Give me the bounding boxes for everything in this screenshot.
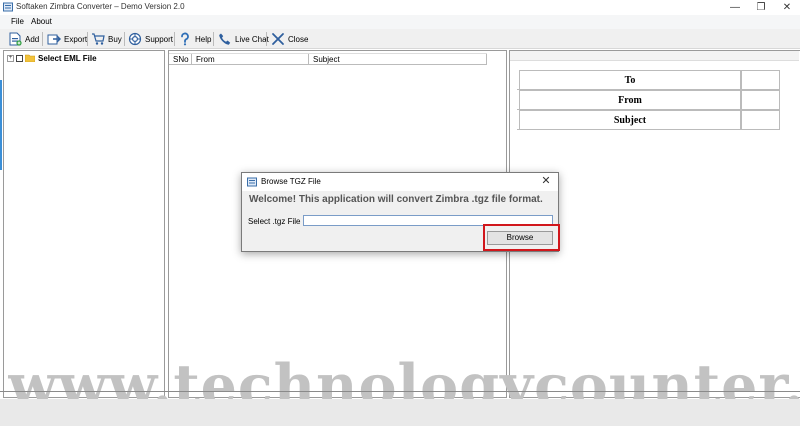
- tree-checkbox[interactable]: [16, 54, 23, 62]
- header-label-from: From: [519, 90, 741, 110]
- header-row-to: To: [517, 70, 780, 90]
- header-row-subject: Subject: [517, 110, 780, 130]
- menu-file[interactable]: File: [11, 17, 24, 26]
- support-icon: [128, 32, 142, 46]
- phone-icon: [219, 33, 231, 45]
- close-label: Close: [288, 34, 309, 44]
- folder-icon: [25, 54, 35, 62]
- column-header-sno[interactable]: SNo: [169, 54, 192, 65]
- header-value-from: [741, 90, 780, 110]
- browse-button[interactable]: Browse: [487, 231, 553, 245]
- toolbar-separator: [213, 32, 214, 46]
- tree-expand-toggle[interactable]: +: [7, 54, 14, 62]
- dialog-app-icon: [247, 177, 257, 187]
- toolbar-separator: [266, 32, 267, 46]
- preview-header-strip: [510, 51, 799, 61]
- close-window-button[interactable]: ✕: [770, 0, 800, 15]
- app-window: Softaken Zimbra Converter – Demo Version…: [0, 0, 800, 426]
- help-button[interactable]: Help: [178, 31, 211, 47]
- tree-root-label: Select EML File: [38, 53, 97, 63]
- close-x-icon: [272, 33, 284, 45]
- export-label: Export: [64, 34, 88, 44]
- header-label-subject: Subject: [519, 110, 741, 130]
- header-value-subject: [741, 110, 780, 130]
- support-button[interactable]: Support: [128, 31, 173, 47]
- add-label: Add: [25, 34, 40, 44]
- toolbar-separator: [42, 32, 43, 46]
- app-icon: [3, 2, 13, 12]
- status-strip: [0, 399, 800, 426]
- header-row-from: From: [517, 90, 780, 110]
- window-edge-accent: [0, 80, 2, 170]
- live-chat-button[interactable]: Live Chat: [218, 31, 269, 47]
- toolbar-separator: [174, 32, 175, 46]
- buy-button[interactable]: Buy: [91, 31, 122, 47]
- column-header-from[interactable]: From: [192, 54, 309, 65]
- help-label: Help: [195, 34, 212, 44]
- message-grid-header: SNo From Subject: [169, 53, 487, 65]
- header-fields-table: To From Subject: [517, 70, 780, 130]
- live-chat-label: Live Chat: [235, 34, 269, 44]
- watermark-underline: [0, 391, 800, 392]
- tree-root-item[interactable]: + Select EML File: [7, 53, 97, 63]
- dialog-title: Browse TGZ File: [261, 177, 321, 186]
- support-label: Support: [145, 34, 174, 44]
- menu-bar: File About: [0, 15, 800, 29]
- window-title: Softaken Zimbra Converter – Demo Version…: [16, 2, 185, 11]
- toolbar-separator: [124, 32, 125, 46]
- toolbar: Add Export Buy Support Help Live Chat Cl…: [0, 29, 800, 49]
- tgz-file-label: Select .tgz File: [248, 217, 301, 226]
- column-header-subject[interactable]: Subject: [309, 54, 487, 65]
- title-bar: Softaken Zimbra Converter – Demo Version…: [0, 0, 800, 15]
- dialog-title-bar: Browse TGZ File ✕: [242, 173, 558, 191]
- cart-icon: [92, 33, 105, 45]
- header-label-to: To: [519, 70, 741, 90]
- dialog-welcome-message: Welcome! This application will convert Z…: [249, 194, 543, 205]
- export-button[interactable]: Export: [47, 31, 87, 47]
- browse-tgz-dialog: Browse TGZ File ✕ Welcome! This applicat…: [241, 172, 560, 252]
- add-button[interactable]: Add: [8, 31, 39, 47]
- menu-about[interactable]: About: [31, 17, 52, 26]
- buy-label: Buy: [108, 34, 122, 44]
- toolbar-separator: [87, 32, 88, 46]
- export-icon: [47, 34, 61, 45]
- folder-tree-panel: + Select EML File: [3, 50, 165, 398]
- dialog-close-button[interactable]: ✕: [540, 175, 552, 188]
- question-icon: [181, 32, 189, 46]
- close-button[interactable]: Close: [271, 31, 308, 47]
- header-value-to: [741, 70, 780, 90]
- add-file-icon: [9, 32, 22, 46]
